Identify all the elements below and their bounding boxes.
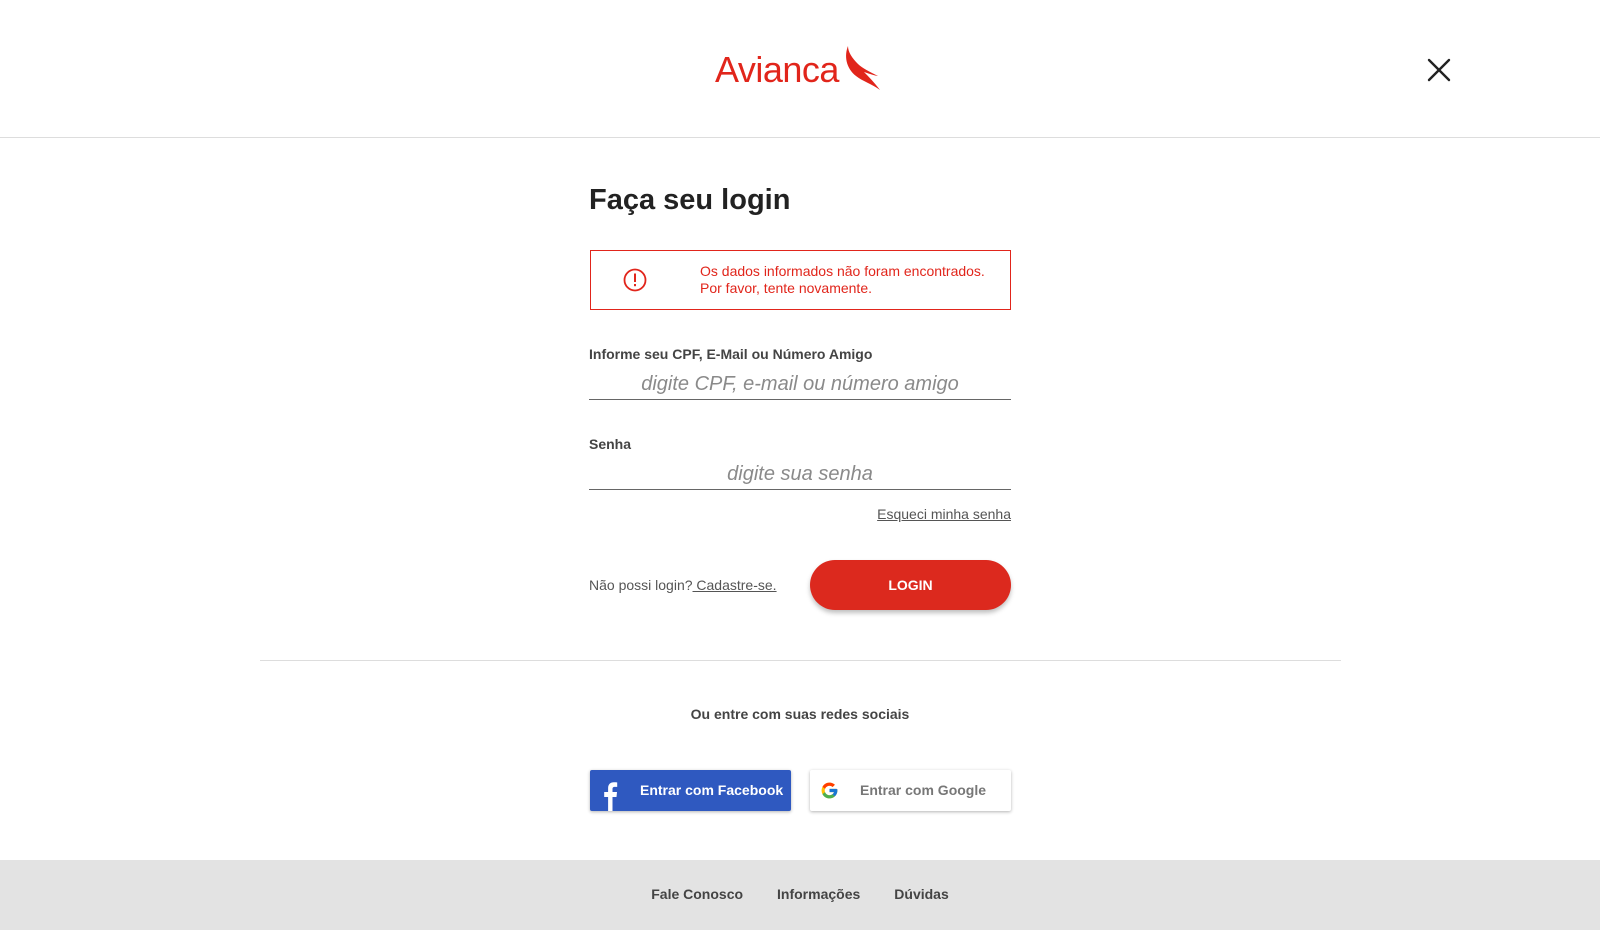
no-login-text: Não possi login? (589, 577, 693, 593)
footer-link-duvidas[interactable]: Dúvidas (894, 886, 948, 902)
user-input[interactable] (589, 370, 1011, 400)
footer-link-fale-conosco[interactable]: Fale Conosco (651, 886, 743, 902)
divider (260, 660, 1341, 661)
avianca-logo[interactable]: Avianca (715, 46, 880, 94)
password-field-label: Senha (589, 436, 632, 452)
facebook-icon (604, 782, 618, 811)
footer: Fale Conosco Informações Dúvidas (0, 860, 1600, 930)
footer-links: Fale Conosco Informações Dúvidas (0, 886, 1600, 902)
header: Avianca (0, 0, 1600, 138)
facebook-button-label: Entrar com Facebook (640, 782, 784, 798)
alert-message: Os dados informados não foram encontrado… (700, 263, 985, 296)
social-title: Ou entre com suas redes sociais (690, 706, 910, 722)
google-login-button[interactable]: Entrar com Google (810, 770, 1011, 811)
forgot-password-link[interactable]: Esqueci minha senha (877, 506, 1011, 522)
user-field-label: Informe seu CPF, E-Mail ou Número Amigo (589, 346, 873, 362)
facebook-login-button[interactable]: Entrar com Facebook (590, 770, 791, 811)
footer-link-informacoes[interactable]: Informações (777, 886, 860, 902)
register-link[interactable]: Cadastre-se. (693, 577, 776, 593)
login-button[interactable]: LOGIN (810, 560, 1011, 610)
exclamation-circle-icon (623, 268, 647, 292)
logo-text: Avianca (715, 49, 839, 90)
page-title: Faça seu login (589, 184, 791, 216)
password-input[interactable] (589, 460, 1011, 490)
google-button-label: Entrar com Google (860, 782, 987, 798)
bird-logo-icon (846, 46, 880, 90)
error-alert: Os dados informados não foram encontrado… (590, 250, 1011, 310)
register-row: Não possi login? Cadastre-se. (589, 577, 777, 593)
close-icon[interactable] (1426, 57, 1452, 83)
google-icon (821, 782, 838, 799)
